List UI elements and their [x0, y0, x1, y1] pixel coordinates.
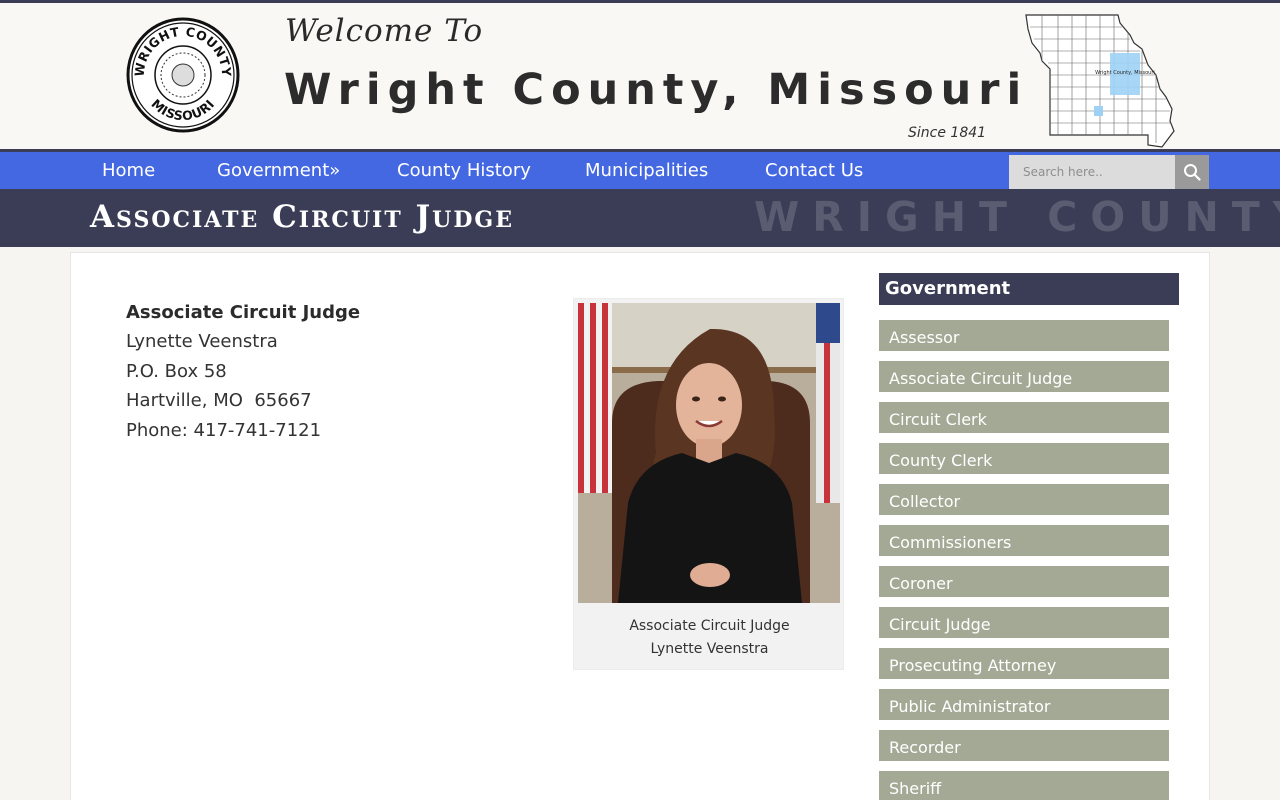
county-seal-logo[interactable]: WRIGHT COUNTY MISSOURI: [126, 17, 240, 133]
sidebar-item-commissioners[interactable]: Commissioners: [879, 525, 1169, 556]
contact-heading: Associate Circuit Judge: [126, 302, 361, 323]
sidebar-item-sheriff[interactable]: Sheriff: [879, 771, 1169, 800]
search-button[interactable]: [1175, 155, 1209, 189]
missouri-map-image: Wright County, Missouri: [1025, 14, 1175, 148]
sidebar-item-public-administrator[interactable]: Public Administrator: [879, 689, 1169, 720]
contact-address-line1: P.O. Box 58: [126, 360, 227, 382]
contact-info: Associate Circuit Judge Lynette Veenstra…: [126, 298, 360, 445]
judge-photo-card: Associate Circuit Judge Lynette Veenstra: [573, 298, 844, 670]
search-box: [1009, 155, 1175, 189]
search-icon: [1184, 164, 1201, 181]
caption-title: Associate Circuit Judge: [629, 618, 790, 634]
nav-municipalities[interactable]: Municipalities: [585, 152, 708, 189]
page-title-band: Associate Circuit Judge WRIGHT COUNTY, M…: [0, 189, 1280, 247]
page-title: Associate Circuit Judge: [90, 199, 514, 235]
photo-caption: Associate Circuit Judge Lynette Veenstra: [574, 615, 845, 661]
sidebar-item-circuit-clerk[interactable]: Circuit Clerk: [879, 402, 1169, 433]
welcome-text: Welcome To: [285, 13, 484, 49]
nav-contact-us[interactable]: Contact Us: [765, 152, 863, 189]
site-title[interactable]: Wright County, Missouri: [284, 65, 1028, 115]
sidebar-item-collector[interactable]: Collector: [879, 484, 1169, 515]
nav-home[interactable]: Home: [102, 152, 155, 189]
sidebar-item-recorder[interactable]: Recorder: [879, 730, 1169, 761]
since-text: Since 1841: [908, 125, 987, 141]
caption-name: Lynette Veenstra: [650, 641, 769, 657]
sidebar-item-prosecuting-attorney[interactable]: Prosecuting Attorney: [879, 648, 1169, 679]
sidebar-item-coroner[interactable]: Coroner: [879, 566, 1169, 597]
contact-phone: Phone: 417-741-7121: [126, 419, 322, 441]
main-nav: Home Government» County History Municipa…: [0, 152, 1280, 189]
judge-portrait-image: [578, 303, 840, 603]
sidebar-item-associate-circuit-judge[interactable]: Associate Circuit Judge: [879, 361, 1169, 392]
site-header: WRIGHT COUNTY MISSOURI Welcome To Wright…: [0, 3, 1280, 150]
nav-county-history[interactable]: County History: [397, 152, 531, 189]
svg-text:Wright County, Missouri: Wright County, Missouri: [1095, 70, 1155, 76]
contact-address-line2: Hartville, MO 65667: [126, 390, 312, 412]
sidebar-item-county-clerk[interactable]: County Clerk: [879, 443, 1169, 474]
search-input[interactable]: [1009, 155, 1175, 189]
sidebar-item-circuit-judge[interactable]: Circuit Judge: [879, 607, 1169, 638]
watermark-text: WRIGHT COUNTY, MO: [754, 193, 1280, 241]
sidebar-heading: Government: [879, 273, 1179, 305]
contact-name: Lynette Veenstra: [126, 331, 278, 353]
nav-government[interactable]: Government»: [217, 152, 340, 189]
judge-photo[interactable]: [578, 303, 840, 603]
sidebar-item-assessor[interactable]: Assessor: [879, 320, 1169, 351]
